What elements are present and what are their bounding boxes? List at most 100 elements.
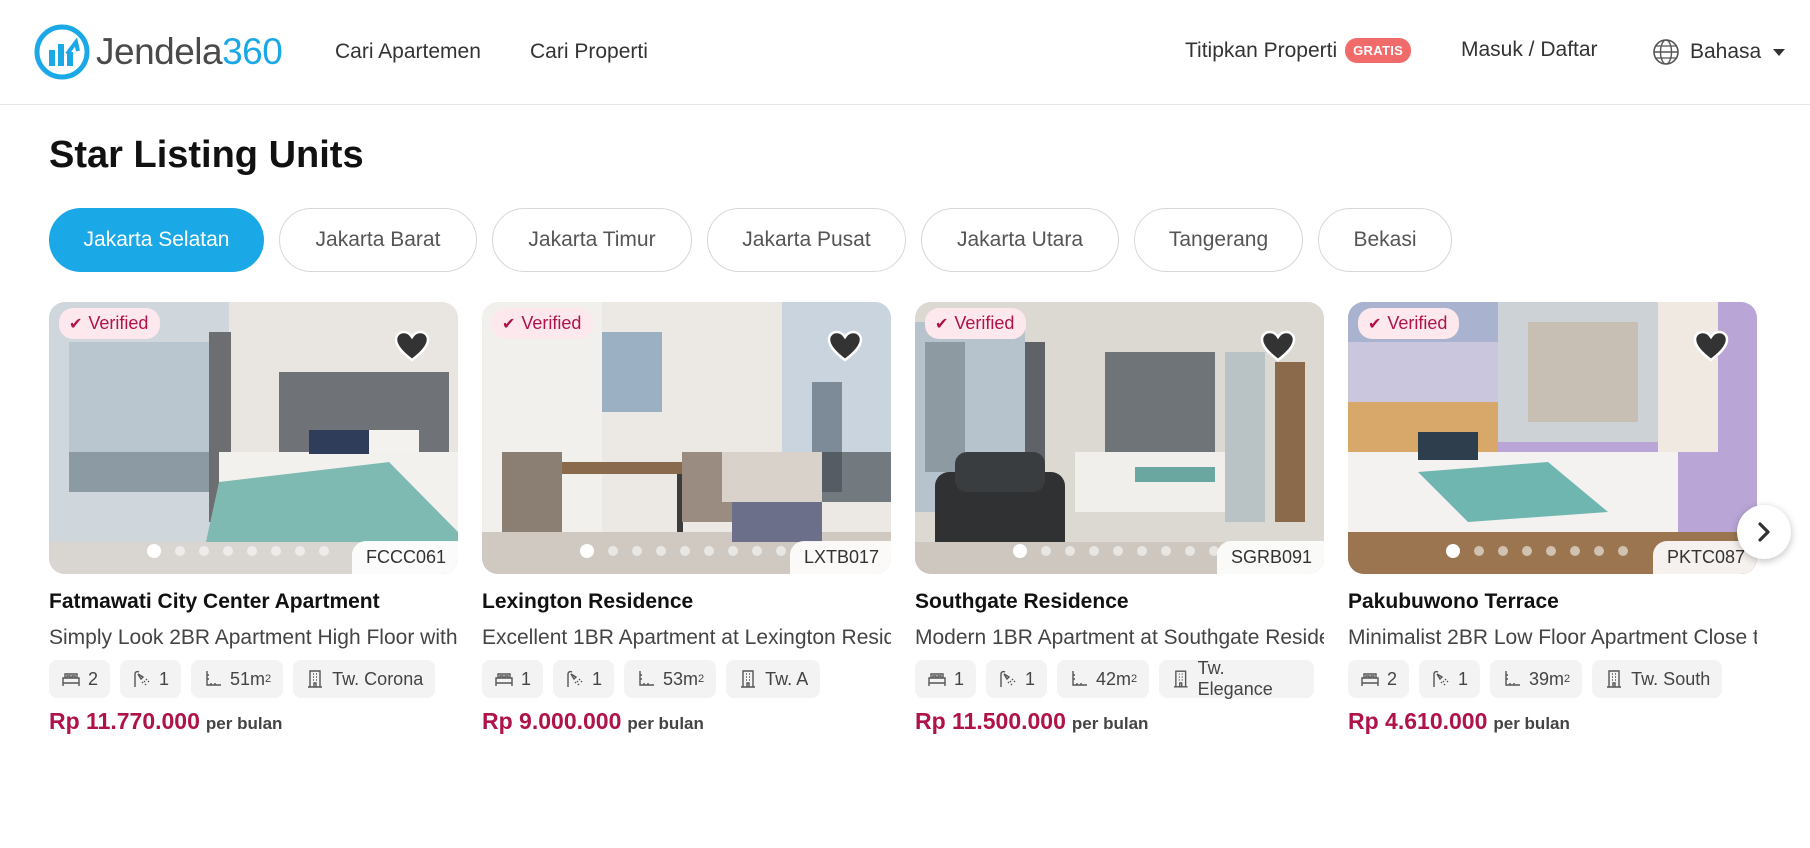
shower-icon [134, 670, 150, 687]
listing-subtitle: Excellent 1BR Apartment at Lexington Res… [482, 626, 891, 649]
tab-jakarta-timur[interactable]: Jakarta Timur [492, 208, 692, 272]
listing-specs: 1 1 42m 2 Tw. Elegance [915, 658, 1324, 699]
language-label: Bahasa [1690, 40, 1762, 63]
bathrooms-spec: 1 [553, 660, 615, 698]
listing-specs: 2 1 51m 2 Tw. Corona [49, 660, 458, 698]
section-title: Star Listing Units [49, 134, 364, 176]
chevron-right-icon [1758, 522, 1770, 542]
listing-price: Rp 11.500.000 per bulan [915, 708, 1324, 735]
shower-icon [1433, 670, 1449, 687]
heart-icon[interactable] [394, 330, 430, 362]
verified-badge: ✔ Verified [925, 308, 1027, 339]
listing-title[interactable]: Pakubuwono Terrace [1348, 590, 1757, 614]
bed-icon [495, 673, 513, 686]
tab-bekasi[interactable]: Bekasi [1318, 208, 1452, 272]
area-icon [639, 671, 655, 686]
area-spec: 39m 2 [1490, 660, 1583, 698]
tab-jakarta-barat[interactable]: Jakarta Barat [279, 208, 477, 272]
listing-photo[interactable]: ✔ Verified LXTB017 [482, 302, 891, 574]
listing-price: Rp 4.610.000 per bulan [1348, 708, 1757, 735]
shower-icon [1000, 670, 1016, 687]
area-icon [1505, 671, 1521, 686]
building-icon [1607, 670, 1622, 688]
building-icon [1174, 670, 1188, 688]
heart-icon[interactable] [827, 330, 863, 362]
listing-cards: ✔ Verified FCCC061 Fatmawati City Center … [49, 302, 1781, 735]
tab-jakarta-selatan[interactable]: Jakarta Selatan [49, 208, 264, 272]
area-spec: 53m 2 [624, 660, 717, 698]
bedrooms-spec: 2 [49, 660, 111, 698]
price-value: Rp 4.610.000 [1348, 708, 1488, 734]
bed-icon [1361, 673, 1379, 686]
titipkan-properti-link[interactable]: Titipkan Properti GRATIS [1185, 38, 1412, 63]
bedrooms-spec: 1 [915, 660, 977, 698]
listing-title[interactable]: Lexington Residence [482, 590, 891, 614]
listing-card[interactable]: ✔ Verified LXTB017 Lexington Residence Ex… [482, 302, 891, 735]
globe-icon [1653, 39, 1679, 65]
tower-spec: Tw. Corona [293, 660, 436, 698]
area-icon [1072, 671, 1088, 686]
bedrooms-spec: 1 [482, 660, 544, 698]
listing-specs: 1 1 53m 2 Tw. A [482, 660, 891, 698]
price-unit: per bulan [205, 714, 283, 733]
area-spec: 42m 2 [1057, 660, 1150, 698]
bed-icon [62, 673, 80, 686]
listing-photo[interactable]: ✔ Verified FCCC061 [49, 302, 458, 574]
logo[interactable]: Jendela360 [34, 24, 283, 80]
area-spec: 51m 2 [191, 660, 284, 698]
nav-cari-apartemen[interactable]: Cari Apartemen [335, 40, 481, 64]
tower-spec: Tw. A [726, 660, 821, 698]
titipkan-label: Titipkan Properti [1185, 38, 1338, 62]
carousel-next-button[interactable] [1737, 505, 1791, 559]
price-unit: per bulan [1493, 714, 1570, 733]
price-value: Rp 9.000.000 [482, 708, 622, 734]
area-icon [206, 671, 222, 686]
listing-photo[interactable]: ✔ Verified SGRB091 [915, 302, 1324, 574]
login-register-link[interactable]: Masuk / Daftar [1461, 38, 1598, 62]
check-icon: ✔ [502, 315, 516, 333]
photo-carousel-dots [1013, 544, 1233, 558]
tab-tangerang[interactable]: Tangerang [1134, 208, 1303, 272]
listing-code: LXTB017 [789, 541, 891, 574]
nav-cari-properti[interactable]: Cari Properti [530, 40, 648, 64]
listing-title[interactable]: Southgate Residence [915, 590, 1324, 614]
bathrooms-spec: 1 [986, 660, 1048, 698]
shower-icon [567, 670, 583, 687]
heart-icon[interactable] [1693, 330, 1729, 362]
listing-card[interactable]: ✔ Verified FCCC061 Fatmawati City Center … [49, 302, 458, 735]
photo-carousel-dots [580, 544, 800, 558]
listing-subtitle: Modern 1BR Apartment at Southgate Reside [915, 626, 1324, 649]
language-selector[interactable]: Bahasa [1652, 38, 1786, 66]
bathrooms-spec: 1 [1419, 660, 1481, 698]
heart-icon[interactable] [1260, 330, 1296, 362]
photo-carousel-dots [147, 544, 343, 558]
listing-card[interactable]: ✔ Verified PKTC087 Pakubuwono Terrace Min… [1348, 302, 1757, 735]
chevron-down-icon [1773, 48, 1786, 56]
listing-subtitle: Simply Look 2BR Apartment High Floor wit… [49, 626, 458, 649]
price-value: Rp 11.770.000 [49, 708, 200, 734]
tab-jakarta-pusat[interactable]: Jakarta Pusat [707, 208, 906, 272]
price-value: Rp 11.500.000 [915, 708, 1066, 734]
listing-subtitle: Minimalist 2BR Low Floor Apartment Close… [1348, 626, 1757, 649]
listing-price: Rp 9.000.000 per bulan [482, 708, 891, 735]
site-header: Jendela360 Cari Apartemen Cari Properti … [0, 0, 1810, 105]
listing-title[interactable]: Fatmawati City Center Apartment [49, 590, 458, 614]
listing-photo[interactable]: ✔ Verified PKTC087 [1348, 302, 1757, 574]
listing-code: FCCC061 [351, 541, 458, 574]
check-icon: ✔ [69, 315, 83, 333]
listing-price: Rp 11.770.000 per bulan [49, 708, 458, 735]
verified-badge: ✔ Verified [59, 308, 161, 339]
check-icon: ✔ [935, 315, 949, 333]
tower-spec: Tw. Elegance [1159, 658, 1314, 699]
listing-code: SGRB091 [1216, 541, 1324, 574]
building-icon [308, 670, 323, 688]
photo-carousel-dots [1446, 544, 1642, 558]
verified-badge: ✔ Verified [1358, 308, 1460, 339]
bed-icon [928, 673, 946, 686]
verified-badge: ✔ Verified [492, 308, 594, 339]
tab-jakarta-utara[interactable]: Jakarta Utara [921, 208, 1119, 272]
listing-card[interactable]: ✔ Verified SGRB091 Southgate Residence Mo… [915, 302, 1324, 735]
logo-icon [34, 24, 90, 80]
building-icon [741, 670, 756, 688]
logo-text: Jendela360 [96, 31, 283, 72]
